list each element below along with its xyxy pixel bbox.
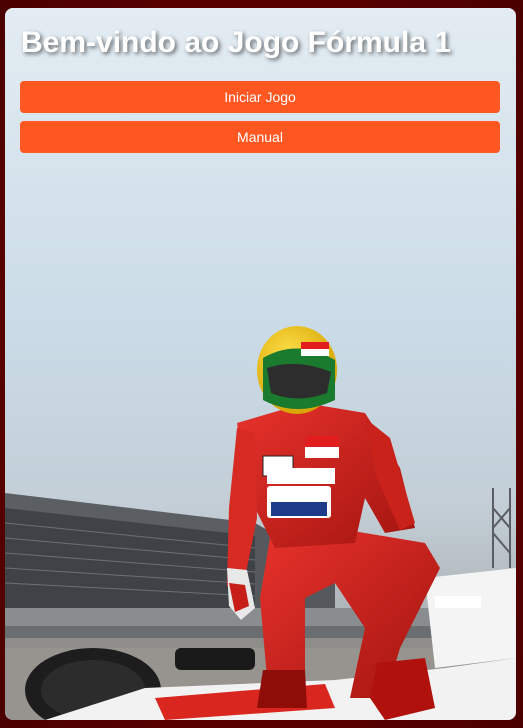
background-image	[5, 8, 516, 720]
manual-button[interactable]: Manual	[20, 121, 500, 153]
main-panel: Bem-vindo ao Jogo Fórmula 1 Iniciar Jogo…	[5, 8, 516, 720]
app-frame: Bem-vindo ao Jogo Fórmula 1 Iniciar Jogo…	[0, 0, 523, 728]
page-title: Bem-vindo ao Jogo Fórmula 1	[21, 26, 452, 59]
start-game-button[interactable]: Iniciar Jogo	[20, 81, 500, 113]
